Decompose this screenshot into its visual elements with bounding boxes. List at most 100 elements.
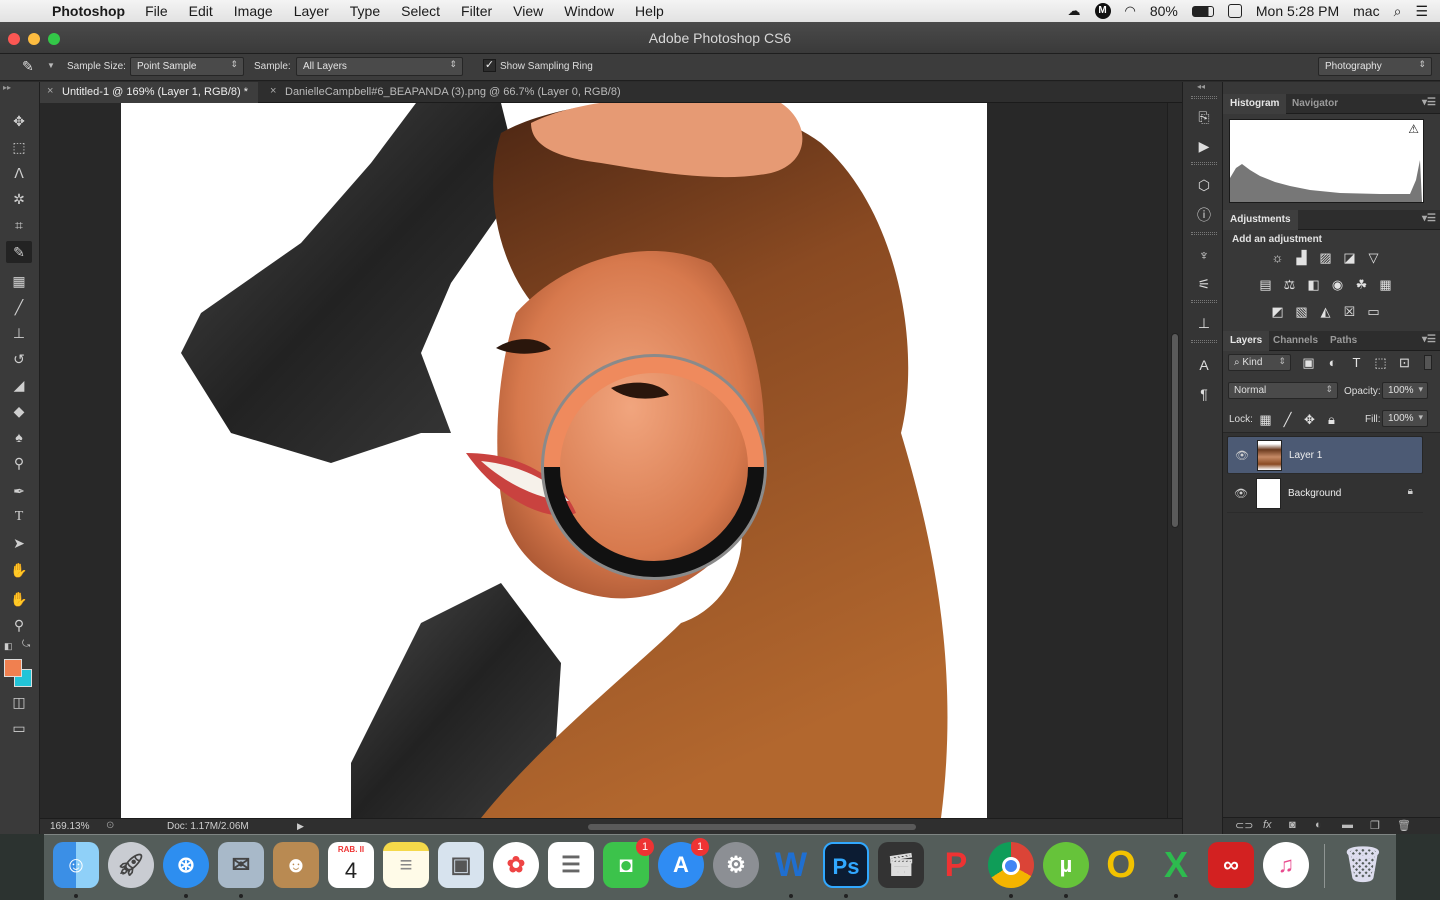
clone-source-icon[interactable]: ⊥ [1193, 312, 1215, 334]
panel-menu-icon[interactable]: ▾☰ [1422, 97, 1436, 108]
collapse-panel-icon[interactable]: ▸▸ [3, 83, 11, 92]
layer-thumbnail[interactable] [1256, 478, 1281, 509]
photoshop-icon[interactable]: Ps [823, 842, 869, 888]
magic-wand-tool-icon[interactable]: ✲ [6, 188, 32, 210]
preset-dropdown-arrow-icon[interactable]: ▼ [47, 61, 55, 70]
curves-icon[interactable]: ▨ [1317, 251, 1334, 265]
color-balance-icon[interactable]: ⚖ [1281, 278, 1298, 292]
layer-row[interactable]: 👁︎ Layer 1 [1227, 436, 1423, 474]
vertical-scroll-thumb[interactable] [1171, 333, 1179, 528]
history-brush-tool-icon[interactable]: ↺ [6, 348, 32, 370]
calendar-app-icon[interactable]: RAB. II 4 [328, 842, 374, 888]
blend-mode-select[interactable]: Normal ⇕ [1228, 382, 1338, 399]
launchpad-icon[interactable]: 🚀︎ [108, 842, 154, 888]
layer-name[interactable]: Background [1288, 488, 1341, 499]
healing-brush-tool-icon[interactable]: ▦ [6, 270, 32, 292]
gradient-map-icon[interactable]: ▭ [1365, 305, 1382, 319]
app-store-icon[interactable]: A1 [658, 838, 709, 888]
threshold-icon[interactable]: ◭ [1317, 305, 1334, 319]
lock-image-icon[interactable]: ╱ [1279, 413, 1296, 427]
brush-presets-icon[interactable]: ♆ [1193, 244, 1215, 266]
invert-icon[interactable]: ◩ [1269, 305, 1286, 319]
app-menu[interactable]: Photoshop [52, 3, 125, 19]
quick-mask-icon[interactable]: ◫ [6, 691, 32, 713]
layer-name[interactable]: Layer 1 [1289, 450, 1322, 461]
m-app-icon[interactable]: M [1094, 3, 1111, 19]
swap-colors-icon[interactable]: ⤿ [22, 639, 30, 650]
selective-color-icon[interactable]: ☒ [1341, 305, 1358, 319]
safari-icon[interactable]: ⊛ [163, 842, 209, 888]
horizontal-scroll-thumb[interactable] [588, 824, 916, 830]
menu-type[interactable]: Type [350, 3, 380, 19]
posterize-icon[interactable]: ▧ [1293, 305, 1310, 319]
clone-stamp-tool-icon[interactable]: ⊥ [6, 322, 32, 344]
zoom-level[interactable]: 169.13% [50, 821, 89, 832]
status-options-icon[interactable]: ⊙ [106, 820, 114, 831]
mail-app-icon[interactable]: ✉ [218, 842, 264, 888]
wifi-icon[interactable]: ◠ [1125, 3, 1136, 19]
lock-transparent-icon[interactable]: ▦ [1257, 413, 1274, 427]
creative-cloud-app-icon[interactable]: ∞ [1208, 842, 1254, 888]
photo-filter-icon[interactable]: ◉ [1329, 278, 1346, 292]
menubar-clock[interactable]: Mon 5:28 PM [1256, 3, 1339, 19]
pen-tool-icon[interactable]: ✒ [6, 480, 32, 502]
eraser-tool-icon[interactable]: ◢ [6, 374, 32, 396]
calendar-icon[interactable] [1227, 4, 1242, 18]
final-cut-icon[interactable]: 🎬︎ [878, 842, 924, 888]
tab-navigator[interactable]: Navigator [1285, 94, 1345, 114]
tab-adjustments[interactable]: Adjustments [1223, 210, 1298, 230]
hand-tool-icon[interactable]: ✋ [6, 588, 32, 610]
crop-tool-icon[interactable]: ⌗ [6, 214, 32, 236]
utorrent-icon[interactable]: µ [1043, 842, 1089, 888]
paragraph-panel-icon[interactable]: ¶ [1193, 383, 1215, 405]
filter-smart-object-icon[interactable]: ⊡ [1396, 356, 1413, 370]
brightness-contrast-icon[interactable]: ☼ [1269, 251, 1286, 265]
menu-filter[interactable]: Filter [461, 3, 492, 19]
channel-mixer-icon[interactable]: ☘ [1353, 278, 1370, 292]
path-selection-tool-icon[interactable]: ➤ [6, 532, 32, 554]
collapse-panels-icon[interactable]: ◂◂ [1197, 82, 1205, 91]
menu-view[interactable]: View [513, 3, 543, 19]
filter-adjustment-icon[interactable]: ◐ [1324, 356, 1341, 370]
fill-field[interactable]: 100% ▾ [1382, 410, 1428, 427]
visibility-eye-icon[interactable]: 👁︎ [1235, 449, 1249, 462]
filter-shape-icon[interactable]: ⬚ [1372, 356, 1389, 370]
tab-histogram[interactable]: Histogram [1223, 94, 1287, 114]
opacity-field[interactable]: 100% ▾ [1382, 382, 1428, 399]
move-tool-icon[interactable]: ✥ [6, 110, 32, 132]
system-preferences-icon[interactable]: ⚙ [713, 842, 759, 888]
black-white-icon[interactable]: ◧ [1305, 278, 1322, 292]
sample-select[interactable]: All Layers ⇕ [296, 57, 463, 76]
tab-untitled-1[interactable]: × Untitled-1 @ 169% (Layer 1, RGB/8) * [40, 82, 259, 103]
link-layers-icon[interactable]: ⊂⊃ [1235, 819, 1253, 832]
layer-thumbnail[interactable] [1257, 440, 1282, 471]
trash-icon[interactable]: 🗑︎ [1340, 842, 1386, 888]
panel-menu-icon[interactable]: ▾☰ [1422, 334, 1436, 345]
paint-bucket-tool-icon[interactable]: ◆ [6, 400, 32, 422]
tab-channels[interactable]: Channels [1266, 331, 1325, 351]
tool-presets-icon[interactable]: ⚟ [1193, 273, 1215, 295]
close-tab-icon[interactable]: × [47, 85, 53, 97]
vibrance-icon[interactable]: ▽ [1365, 251, 1382, 265]
delete-layer-icon[interactable]: 🗑︎ [1397, 819, 1411, 832]
menubar-user[interactable]: mac [1353, 3, 1379, 19]
lock-position-icon[interactable]: ✥ [1301, 413, 1318, 427]
filter-toggle-icon[interactable] [1424, 355, 1432, 370]
character-panel-icon[interactable]: A [1193, 354, 1215, 376]
menu-edit[interactable]: Edit [189, 3, 213, 19]
word-icon[interactable]: W [768, 842, 814, 888]
foreground-color-swatch[interactable] [4, 659, 22, 677]
3d-panel-icon[interactable]: ⬡ [1193, 174, 1215, 196]
layer-style-icon[interactable]: fx [1263, 819, 1272, 831]
color-lookup-icon[interactable]: ▦ [1377, 278, 1394, 292]
menu-window[interactable]: Window [564, 3, 614, 19]
close-tab-icon[interactable]: × [270, 85, 276, 97]
battery-icon[interactable] [1191, 5, 1214, 17]
tab-paths[interactable]: Paths [1323, 331, 1364, 351]
lasso-tool-icon[interactable]: ᐱ [6, 162, 32, 184]
shape-tool-icon[interactable]: ✋ [6, 559, 32, 581]
blur-tool-icon[interactable]: ♠ [6, 426, 32, 448]
brush-tool-icon[interactable]: ╱ [6, 296, 32, 318]
vertical-scrollbar[interactable] [1167, 103, 1182, 818]
creative-cloud-icon[interactable]: ☁ [1068, 3, 1081, 19]
